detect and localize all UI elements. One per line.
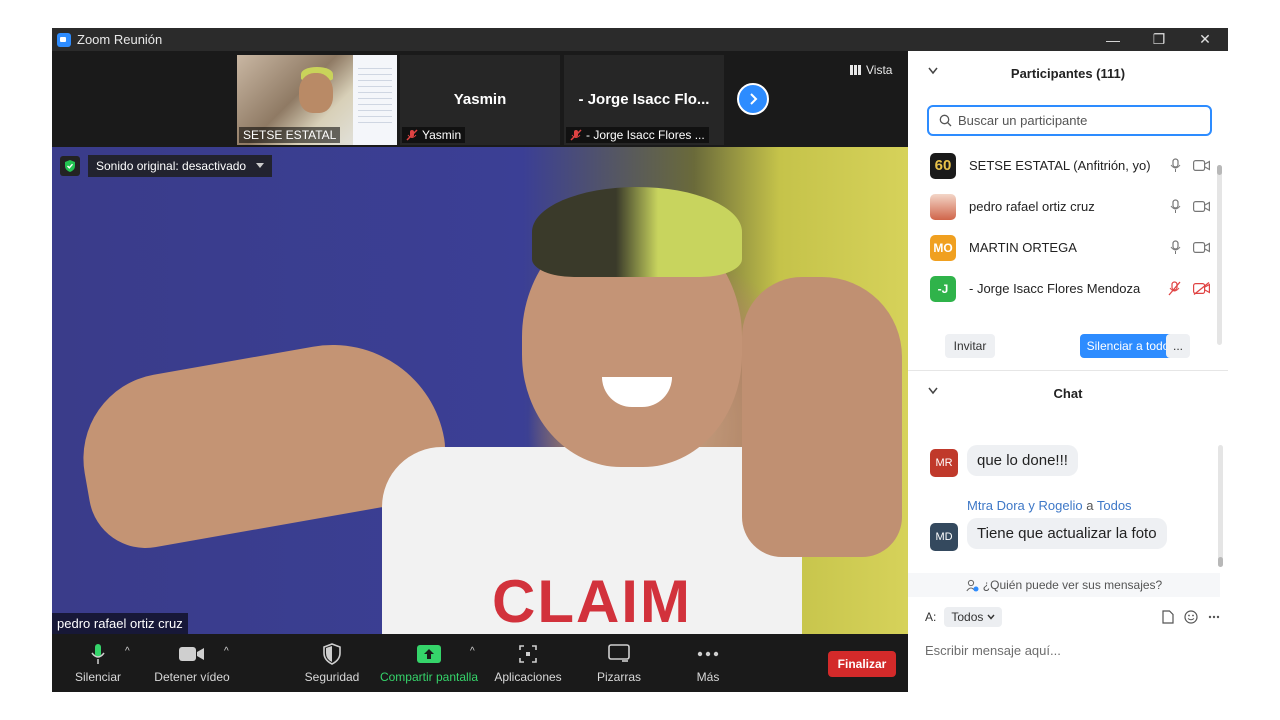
- muted-mic-icon[interactable]: [1168, 281, 1181, 296]
- avatar: [930, 193, 956, 220]
- meeting-toolbar: Silenciar ^ Detener vídeo ^ Seguridad Co…: [52, 634, 908, 692]
- who-can-see-messages[interactable]: ¿Quién puede ver sus mensajes?: [908, 573, 1220, 597]
- share-options-caret[interactable]: ^: [470, 646, 475, 657]
- title-bar: Zoom Reunión — ❐ ✕: [52, 28, 1228, 51]
- thumbnail-yasmin[interactable]: Yasmin Yasmin: [400, 55, 560, 145]
- main-video[interactable]: CLAIM Sonido original: desactivado pedro…: [52, 147, 908, 634]
- whiteboard-button[interactable]: Pizarras: [592, 642, 646, 684]
- muted-mic-icon: [406, 129, 418, 141]
- end-meeting-button[interactable]: Finalizar: [828, 651, 896, 677]
- grid-icon: [850, 65, 861, 75]
- stop-video-button[interactable]: Detener vídeo: [152, 642, 232, 684]
- more-dots-icon: [697, 642, 719, 666]
- invite-button[interactable]: Invitar: [945, 334, 995, 358]
- chevron-down-icon: [987, 614, 995, 620]
- participant-row[interactable]: 60 SETSE ESTATAL (Anfitrión, yo): [908, 145, 1220, 186]
- recipient-row: A: Todos: [925, 606, 1220, 628]
- next-page-button[interactable]: [737, 83, 769, 115]
- participant-search[interactable]: Buscar un participante: [927, 105, 1212, 136]
- avatar: 60: [930, 152, 956, 179]
- video-camera-icon[interactable]: [1193, 242, 1210, 253]
- chevron-right-icon: [750, 93, 758, 105]
- video-camera-icon[interactable]: [1193, 160, 1210, 171]
- more-dots-icon[interactable]: [1208, 615, 1220, 619]
- chat-header: Chat: [908, 374, 1228, 412]
- thumbnail-strip: SETSE ESTATAL Yasmin Yasmin - Jorge Isac…: [52, 51, 908, 147]
- chat-message: Tiene que actualizar la foto: [967, 518, 1167, 549]
- share-screen-icon: [417, 642, 441, 666]
- thumbnail-label: Yasmin: [402, 127, 466, 143]
- mute-options-caret[interactable]: ^: [125, 646, 130, 657]
- search-placeholder: Buscar un participante: [958, 113, 1088, 128]
- close-button[interactable]: ✕: [1182, 28, 1228, 51]
- section-divider: [908, 370, 1228, 371]
- participants-header: Participantes (111): [908, 54, 1228, 92]
- shirt-logo-text: CLAIM: [492, 568, 692, 634]
- muted-mic-icon: [570, 129, 582, 141]
- chat-scrollbar[interactable]: [1218, 445, 1223, 567]
- avatar: -J: [930, 275, 956, 302]
- mute-button[interactable]: Silenciar: [74, 642, 122, 684]
- search-icon: [939, 114, 952, 127]
- speaker-name-tag: pedro rafael ortiz cruz: [52, 613, 188, 634]
- participant-list: 60 SETSE ESTATAL (Anfitrión, yo) pedro r…: [908, 145, 1220, 317]
- microphone-icon: [90, 642, 106, 666]
- video-area: SETSE ESTATAL Yasmin Yasmin - Jorge Isac…: [52, 51, 908, 634]
- chat-messages: MR que lo done!!! Mtra Dora y Rogelio a …: [908, 443, 1228, 573]
- thumbnail-big-name: - Jorge Isacc Flo...: [578, 91, 710, 108]
- more-options-button[interactable]: ...: [1166, 334, 1190, 358]
- caret-down-icon: [256, 163, 265, 168]
- thumbnail-label: - Jorge Isacc Flores ...: [566, 127, 709, 143]
- chevron-down-icon[interactable]: [928, 67, 938, 75]
- side-panel: Participantes (111) Buscar un participan…: [908, 51, 1228, 692]
- original-sound-toggle[interactable]: Sonido original: desactivado: [88, 155, 273, 177]
- restore-button[interactable]: ❐: [1136, 28, 1182, 51]
- minimize-button[interactable]: —: [1090, 28, 1136, 51]
- microphone-icon[interactable]: [1170, 240, 1181, 255]
- whiteboard-icon: [608, 642, 630, 666]
- apps-button[interactable]: Aplicaciones: [492, 642, 564, 684]
- thumbnail-big-name: Yasmin: [453, 91, 507, 108]
- avatar: MR: [930, 449, 958, 477]
- avatar: MD: [930, 523, 958, 551]
- chevron-down-icon[interactable]: [928, 387, 938, 395]
- chat-message-input[interactable]: [925, 639, 1215, 661]
- video-camera-icon[interactable]: [1193, 201, 1210, 212]
- thumbnail-setse[interactable]: SETSE ESTATAL: [237, 55, 397, 145]
- message-sender: Mtra Dora y Rogelio a Todos: [967, 498, 1132, 513]
- participant-row[interactable]: MO MARTIN ORTEGA: [908, 227, 1220, 268]
- microphone-icon[interactable]: [1170, 158, 1181, 173]
- file-icon[interactable]: [1162, 610, 1174, 624]
- shield-check-icon[interactable]: [60, 156, 80, 176]
- chat-message: que lo done!!!: [967, 445, 1078, 476]
- participants-scrollbar[interactable]: [1217, 165, 1222, 345]
- participant-row[interactable]: pedro rafael ortiz cruz: [908, 186, 1220, 227]
- share-screen-button[interactable]: Compartir pantalla: [379, 642, 479, 684]
- avatar: MO: [930, 234, 956, 261]
- participant-actions: Invitar Silenciar a todos ...: [908, 334, 1228, 358]
- video-options-caret[interactable]: ^: [224, 646, 229, 657]
- shield-icon: [323, 642, 341, 666]
- window-title: Zoom Reunión: [77, 32, 163, 47]
- zoom-logo-icon: [57, 32, 71, 47]
- more-button[interactable]: Más: [688, 642, 728, 684]
- security-button[interactable]: Seguridad: [302, 642, 362, 684]
- microphone-icon[interactable]: [1170, 199, 1181, 214]
- emoji-icon[interactable]: [1184, 610, 1198, 624]
- view-button[interactable]: Vista: [850, 63, 892, 77]
- thumbnail-label: SETSE ESTATAL: [239, 127, 341, 143]
- recipient-select[interactable]: Todos: [944, 607, 1003, 627]
- sound-badge: Sonido original: desactivado: [60, 155, 273, 177]
- video-camera-icon: [179, 642, 205, 666]
- person-info-icon: [966, 579, 979, 591]
- video-off-icon[interactable]: [1193, 282, 1210, 295]
- apps-icon: [518, 642, 538, 666]
- thumbnail-jorge[interactable]: - Jorge Isacc Flo... - Jorge Isacc Flore…: [564, 55, 724, 145]
- zoom-window: Zoom Reunión — ❐ ✕ SETSE ESTATAL Yasmin …: [52, 28, 1228, 692]
- avatar: [930, 316, 956, 317]
- participant-row[interactable]: [908, 309, 1220, 317]
- participant-row[interactable]: -J - Jorge Isacc Flores Mendoza: [908, 268, 1220, 309]
